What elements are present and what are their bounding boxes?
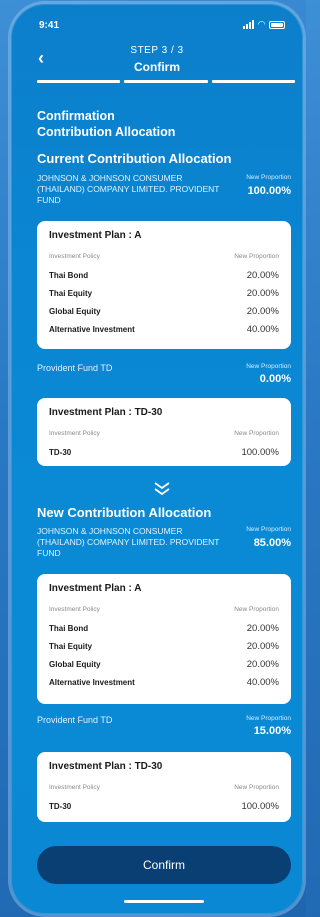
policy-name: Thai Equity [49,641,93,651]
current-fund-td-np-label: New Proportion [246,363,291,370]
policy-column-label: Investment Policy [49,606,100,613]
table-row: Thai Bond 20.00% [49,266,279,284]
table-row: Global Equity 20.00% [49,302,279,320]
table-row: Thai Equity 20.00% [49,284,279,302]
current-plan-card: Investment Plan : A Investment Policy Ne… [37,221,291,349]
battery-icon [269,20,285,29]
policy-pct: 40.00% [246,323,279,335]
progress-segment-3 [211,80,295,83]
proportion-column-label: New Proportion [234,784,279,791]
table-row: Global Equity 20.00% [49,655,279,673]
policy-column-label: Investment Policy [49,430,100,437]
policy-name: TD-30 [49,801,72,811]
policy-name: Alternative Investment [49,324,135,334]
policy-pct: 40.00% [246,676,279,688]
plan-title: Investment Plan : A [49,583,142,594]
plan-title: Investment Plan : TD-30 [49,407,163,418]
plan-title: Investment Plan : A [49,230,142,241]
section-heading-line1: Confirmation [37,109,115,123]
plan-table-header: Investment Policy New Proportion [49,784,279,791]
new-allocation-heading: New Contribution Allocation [37,505,212,520]
table-row: Alternative Investment 40.00% [49,673,279,691]
current-np-value: 100.00% [247,185,291,197]
phone-screen: 9:41 ◠ ‹ STEP 3 / 3 Confirm Confirmation… [11,4,303,914]
progress-segment-1 [37,80,121,83]
proportion-column-label: New Proportion [234,253,279,260]
new-np-label: New Proportion [246,526,291,533]
current-company-name: JOHNSON & JOHNSON CONSUMER (THAILAND) CO… [37,173,220,205]
wifi-icon: ◠ [258,19,265,29]
proportion-column-label: New Proportion [234,606,279,613]
policy-column-label: Investment Policy [49,784,100,791]
policy-pct: 20.00% [246,305,279,317]
policy-pct: 20.00% [246,622,279,634]
new-fund-td-label: Provident Fund TD [37,715,113,725]
policy-pct: 100.00% [241,446,279,458]
plan-table-header: Investment Policy New Proportion [49,606,279,613]
current-np-label: New Proportion [246,174,291,181]
policy-pct: 20.00% [246,640,279,652]
policy-name: Alternative Investment [49,677,135,687]
policy-column-label: Investment Policy [49,253,100,260]
proportion-column-label: New Proportion [234,430,279,437]
plan-title: Investment Plan : TD-30 [49,761,163,772]
policy-name: Global Equity [49,306,101,316]
policy-name: TD-30 [49,447,72,457]
step-progress [37,80,295,83]
section-heading: Confirmation Contribution Allocation [37,108,175,140]
policy-pct: 20.00% [246,287,279,299]
policy-name: Thai Bond [49,623,89,633]
progress-segment-2 [124,80,208,83]
new-fund-td-np-value: 15.00% [253,725,291,737]
status-bar: 9:41 ◠ [39,20,285,34]
table-row: TD-30 100.00% [49,443,279,461]
plan-table-header: Investment Policy New Proportion [49,253,279,260]
double-chevron-down-icon [154,482,170,496]
policy-name: Thai Bond [49,270,89,280]
section-heading-line2: Contribution Allocation [37,125,176,139]
status-icons: ◠ [243,20,285,29]
current-allocation-heading: Current Contribution Allocation [37,151,232,166]
table-row: Thai Bond 20.00% [49,619,279,637]
new-company-name: JOHNSON & JOHNSON CONSUMER (THAILAND) CO… [37,526,220,558]
policy-name: Thai Equity [49,288,93,298]
confirm-button-label[interactable]: Confirm [143,858,185,872]
current-fund-td-np-value: 0.00% [259,373,291,385]
home-indicator[interactable] [124,900,204,903]
policy-pct: 100.00% [241,800,279,812]
policy-name: Global Equity [49,659,101,669]
status-time: 9:41 [39,20,60,31]
signal-icon [243,20,255,29]
policy-pct: 20.00% [246,658,279,670]
confirm-button[interactable]: Confirm [37,846,291,884]
current-fund-td-label: Provident Fund TD [37,363,113,373]
new-td-card: Investment Plan : TD-30 Investment Polic… [37,752,291,822]
table-row: Alternative Investment 40.00% [49,320,279,338]
new-plan-card: Investment Plan : A Investment Policy Ne… [37,574,291,704]
table-row: Thai Equity 20.00% [49,637,279,655]
new-np-value: 85.00% [253,537,291,549]
current-td-card: Investment Plan : TD-30 Investment Polic… [37,398,291,466]
policy-pct: 20.00% [246,269,279,281]
new-fund-td-np-label: New Proportion [246,715,291,722]
step-indicator: STEP 3 / 3 [130,45,184,56]
table-row: TD-30 100.00% [49,797,279,815]
page-title: Confirm [134,60,180,74]
plan-table-header: Investment Policy New Proportion [49,430,279,437]
